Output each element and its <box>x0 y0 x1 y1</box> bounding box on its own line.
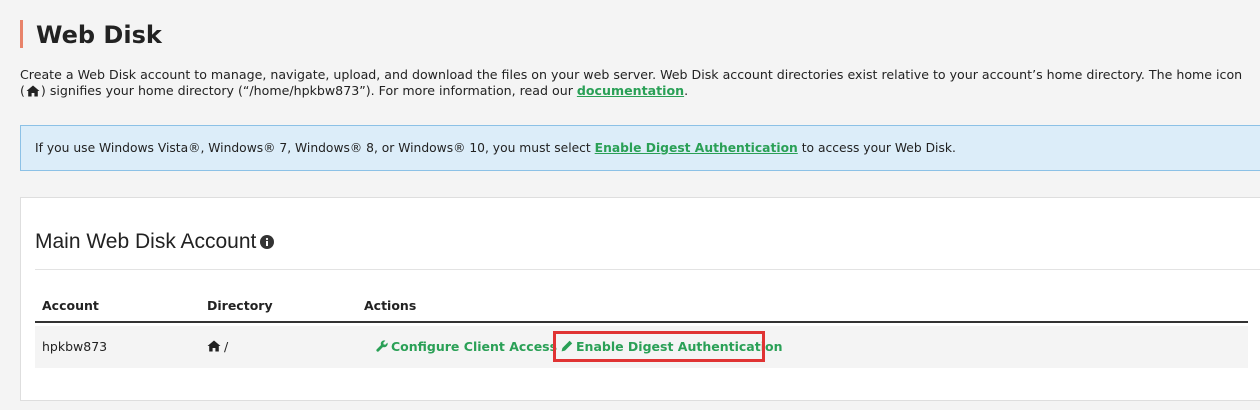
heading-divider <box>35 269 1260 270</box>
home-icon <box>26 85 40 97</box>
directory-path: / <box>224 339 229 354</box>
configure-client-access-label: Configure Client Access <box>391 339 558 354</box>
documentation-link[interactable]: documentation <box>577 83 684 98</box>
alert-text-2: to access your Web Disk. <box>797 141 956 155</box>
main-web-disk-panel: Main Web Disk Account Account Directory … <box>20 197 1260 401</box>
intro-text-2: ) signifies your home directory (“/home/… <box>40 83 577 98</box>
wrench-icon <box>376 340 388 352</box>
table-row: hpkbw873 / Configure Client Access Enabl… <box>35 326 1248 368</box>
enable-digest-authentication-link[interactable]: Enable Digest Authentication <box>595 141 798 155</box>
section-heading: Main Web Disk Account <box>35 229 275 255</box>
info-alert: If you use Windows Vista®, Windows® 7, W… <box>20 125 1260 171</box>
column-header-account: Account <box>42 298 99 313</box>
section-heading-text: Main Web Disk Account <box>35 230 257 253</box>
highlight-box <box>553 331 765 362</box>
directory-cell: / <box>207 339 228 354</box>
intro-paragraph: Create a Web Disk account to manage, nav… <box>20 67 1245 99</box>
intro-text-end: . <box>684 83 689 98</box>
alert-text-1: If you use Windows Vista®, Windows® 7, W… <box>35 141 595 155</box>
info-icon[interactable] <box>260 235 275 249</box>
table-header: Account Directory Actions <box>35 295 1248 323</box>
home-icon <box>207 340 221 352</box>
column-header-actions: Actions <box>364 298 417 313</box>
configure-client-access-button[interactable]: Configure Client Access <box>376 339 557 354</box>
page-title: Web Disk <box>20 20 162 49</box>
column-header-directory: Directory <box>207 298 273 313</box>
account-cell: hpkbw873 <box>42 339 108 354</box>
